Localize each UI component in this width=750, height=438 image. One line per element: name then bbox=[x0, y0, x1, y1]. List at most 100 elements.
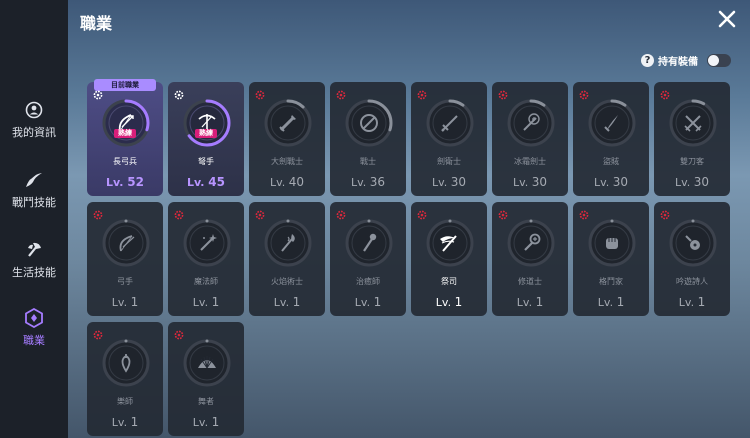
class-emblem: 熟練 bbox=[182, 98, 232, 148]
class-name: 吟遊詩人 bbox=[676, 277, 708, 286]
greatsword-icon bbox=[279, 115, 296, 132]
class-emblem bbox=[101, 338, 151, 388]
class-card[interactable]: 雙刀客 Lv. 30 bbox=[654, 82, 730, 196]
class-card[interactable]: 目前職業 熟練 長弓兵 Lv. 52 bbox=[87, 79, 163, 196]
shield-sword-icon bbox=[360, 114, 378, 132]
class-card[interactable]: 熟練 弩手 Lv. 45 bbox=[168, 82, 244, 196]
level-prefix: Lv. bbox=[678, 296, 695, 309]
class-emblem: 熟練 bbox=[101, 98, 151, 148]
level-value: 40 bbox=[288, 175, 305, 189]
sidebar-item-classes[interactable]: 職業 bbox=[0, 300, 68, 356]
class-level: Lv. 36 bbox=[330, 175, 406, 189]
level-value: 1 bbox=[292, 295, 301, 309]
level-value: 52 bbox=[127, 175, 144, 189]
class-emblem bbox=[263, 98, 313, 148]
level-value: 30 bbox=[450, 175, 467, 189]
class-card[interactable]: 戰士 Lv. 36 bbox=[330, 82, 406, 196]
class-card[interactable]: 大劍戰士 Lv. 40 bbox=[249, 82, 325, 196]
level-value: 1 bbox=[616, 295, 625, 309]
class-level: Lv. 1 bbox=[168, 295, 244, 309]
level-value: 1 bbox=[211, 295, 220, 309]
fire-staff-icon bbox=[281, 234, 295, 252]
level-value: 1 bbox=[697, 295, 706, 309]
sidebar: 我的資訊 戰鬥技能 生活技能 職業 bbox=[0, 0, 68, 438]
class-name: 格鬥家 bbox=[599, 277, 623, 286]
class-name: 劍衛士 bbox=[437, 157, 461, 166]
level-value: 1 bbox=[454, 295, 463, 309]
class-level: Lv. 30 bbox=[654, 175, 730, 189]
class-level: Lv. 1 bbox=[330, 295, 406, 309]
class-card[interactable]: 吟遊詩人 Lv. 1 bbox=[654, 202, 730, 316]
class-name: 弓手 bbox=[117, 277, 133, 286]
level-prefix: Lv. bbox=[597, 296, 614, 309]
owned-equipment-label: 持有裝備 bbox=[658, 56, 698, 68]
level-value: 1 bbox=[130, 415, 139, 429]
owned-equipment-filter: ? 持有裝備 bbox=[641, 52, 731, 68]
level-prefix: Lv. bbox=[111, 296, 128, 309]
class-card[interactable]: 弓手 Lv. 1 bbox=[87, 202, 163, 316]
level-prefix: Lv. bbox=[269, 176, 286, 189]
sidebar-item-life-skills[interactable]: 生活技能 bbox=[0, 232, 68, 288]
class-card[interactable]: 舞者 Lv. 1 bbox=[168, 322, 244, 436]
class-emblem bbox=[506, 98, 556, 148]
level-value: 1 bbox=[373, 295, 382, 309]
class-card[interactable]: 冰霜劍士 Lv. 30 bbox=[492, 82, 568, 196]
level-prefix: Lv. bbox=[431, 176, 448, 189]
class-name: 盜賊 bbox=[603, 157, 619, 166]
class-level: Lv. 1 bbox=[411, 295, 487, 309]
sidebar-item-combat-skills[interactable]: 戰鬥技能 bbox=[0, 162, 68, 218]
help-icon[interactable]: ? bbox=[641, 53, 654, 67]
class-card[interactable]: 劍衛士 Lv. 30 bbox=[411, 82, 487, 196]
level-prefix: Lv. bbox=[516, 296, 533, 309]
harp-icon bbox=[121, 354, 131, 373]
class-name: 大劍戰士 bbox=[271, 157, 303, 166]
class-name: 舞者 bbox=[198, 397, 214, 406]
class-card[interactable]: 樂師 Lv. 1 bbox=[87, 322, 163, 436]
class-level: Lv. 1 bbox=[87, 295, 163, 309]
class-level: Lv. 1 bbox=[492, 295, 568, 309]
level-prefix: Lv. bbox=[105, 176, 124, 189]
class-emblem bbox=[668, 218, 718, 268]
owned-equipment-toggle[interactable] bbox=[707, 53, 731, 67]
level-value: 1 bbox=[211, 415, 220, 429]
class-name: 魔法師 bbox=[194, 277, 218, 286]
bow-icon bbox=[119, 235, 135, 252]
healing-staff-icon bbox=[363, 233, 377, 252]
class-card[interactable]: 修道士 Lv. 1 bbox=[492, 202, 568, 316]
class-card[interactable]: 格鬥家 Lv. 1 bbox=[573, 202, 649, 316]
class-emblem bbox=[587, 218, 637, 268]
class-name: 雙刀客 bbox=[680, 157, 704, 166]
level-prefix: Lv. bbox=[354, 296, 371, 309]
class-card[interactable]: 祭司 Lv. 1 bbox=[411, 202, 487, 316]
sidebar-item-label: 生活技能 bbox=[12, 266, 56, 279]
class-level: Lv. 1 bbox=[168, 415, 244, 429]
class-name: 治癒師 bbox=[356, 277, 380, 286]
class-level: Lv. 1 bbox=[654, 295, 730, 309]
sword-icon bbox=[441, 115, 458, 132]
level-prefix: Lv. bbox=[593, 176, 610, 189]
sidebar-item-my-info[interactable]: 我的資訊 bbox=[0, 92, 68, 148]
level-value: 30 bbox=[531, 175, 548, 189]
class-card[interactable]: 盜賊 Lv. 30 bbox=[573, 82, 649, 196]
mastery-tag: 熟練 bbox=[114, 129, 136, 138]
class-card[interactable]: 魔法師 Lv. 1 bbox=[168, 202, 244, 316]
class-emblem bbox=[587, 98, 637, 148]
class-card[interactable]: 治癒師 Lv. 1 bbox=[330, 202, 406, 316]
class-card[interactable]: 火焰術士 Lv. 1 bbox=[249, 202, 325, 316]
level-value: 1 bbox=[130, 295, 139, 309]
close-button[interactable] bbox=[716, 8, 738, 30]
class-emblem bbox=[506, 218, 556, 268]
sidebar-item-label: 我的資訊 bbox=[12, 126, 56, 139]
class-level: Lv. 52 bbox=[87, 175, 163, 189]
level-prefix: Lv. bbox=[192, 416, 209, 429]
class-emblem bbox=[344, 218, 394, 268]
axe-icon bbox=[24, 240, 44, 260]
level-prefix: Lv. bbox=[350, 176, 367, 189]
sidebar-item-label: 職業 bbox=[23, 334, 45, 347]
level-value: 30 bbox=[612, 175, 629, 189]
winged-staff-icon bbox=[440, 235, 457, 252]
class-level: Lv. 30 bbox=[573, 175, 649, 189]
mastery-tag: 熟練 bbox=[195, 129, 217, 138]
current-class-badge: 目前職業 bbox=[94, 79, 156, 91]
class-name: 戰士 bbox=[360, 157, 376, 166]
